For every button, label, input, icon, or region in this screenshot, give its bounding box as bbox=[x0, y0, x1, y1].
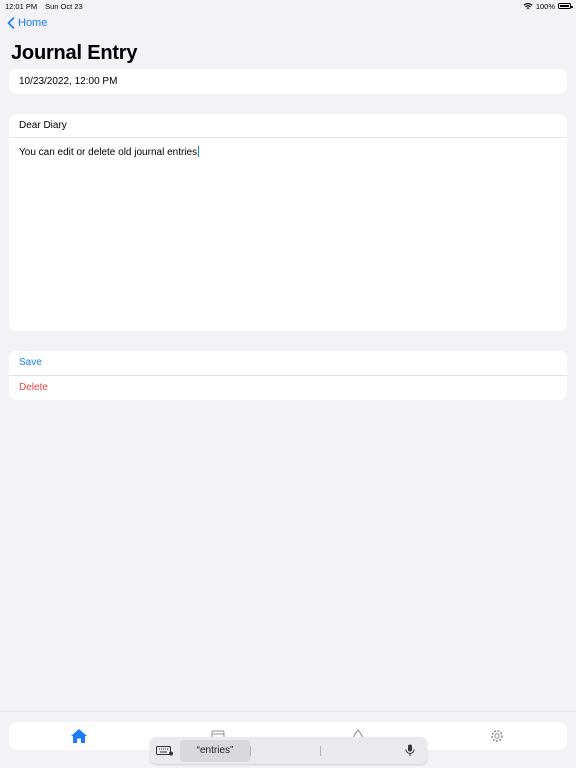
text-caret bbox=[198, 146, 200, 157]
chevron-left-icon bbox=[7, 17, 15, 29]
status-date: Sun Oct 23 bbox=[45, 1, 83, 11]
date-picker-field[interactable]: 10/23/2022, 12:00 PM bbox=[9, 69, 567, 94]
suggestion-empty-2[interactable] bbox=[251, 740, 320, 762]
body-text: You can edit or delete old journal entri… bbox=[19, 147, 198, 158]
wifi-icon bbox=[523, 3, 533, 10]
microphone-icon bbox=[405, 744, 415, 756]
suggestion-entries[interactable]: “entries” bbox=[180, 739, 250, 762]
save-button[interactable]: Save bbox=[9, 351, 567, 376]
page-title: Journal Entry bbox=[11, 42, 138, 64]
date-value: 10/23/2022, 12:00 PM bbox=[19, 76, 118, 87]
screen: 12:01 PM Sun Oct 23 100% Home Journal En… bbox=[0, 0, 576, 768]
suggestion-empty-3[interactable] bbox=[321, 740, 390, 762]
keyboard-toggle-button[interactable] bbox=[150, 745, 180, 756]
back-label: Home bbox=[18, 17, 48, 29]
delete-label: Delete bbox=[19, 382, 48, 394]
back-button[interactable]: Home bbox=[7, 17, 47, 29]
body-textarea[interactable]: You can edit or delete old journal entri… bbox=[9, 138, 567, 167]
actions-card: Save Delete bbox=[9, 351, 567, 400]
subject-field[interactable]: Dear Diary bbox=[9, 114, 567, 138]
home-icon bbox=[70, 729, 87, 743]
tab-home[interactable] bbox=[59, 722, 99, 750]
gear-icon bbox=[491, 730, 504, 742]
battery-icon bbox=[558, 3, 573, 9]
keyboard-assistant-bar: “entries” bbox=[150, 737, 427, 764]
tabbar-divider bbox=[0, 711, 576, 712]
delete-button[interactable]: Delete bbox=[9, 376, 567, 401]
status-right: 100% bbox=[523, 1, 573, 11]
status-time: 12:01 PM bbox=[5, 1, 38, 11]
battery-percent: 100% bbox=[535, 1, 555, 11]
tab-settings[interactable] bbox=[477, 722, 517, 750]
save-label: Save bbox=[19, 357, 42, 369]
dictation-button[interactable] bbox=[393, 744, 427, 757]
subject-value: Dear Diary bbox=[19, 120, 67, 131]
status-bar: 12:01 PM Sun Oct 23 100% bbox=[0, 0, 576, 12]
suggestion-text: “entries” bbox=[196, 745, 234, 756]
keyboard-icon bbox=[156, 745, 173, 755]
entry-card: Dear Diary You can edit or delete old jo… bbox=[9, 114, 567, 331]
